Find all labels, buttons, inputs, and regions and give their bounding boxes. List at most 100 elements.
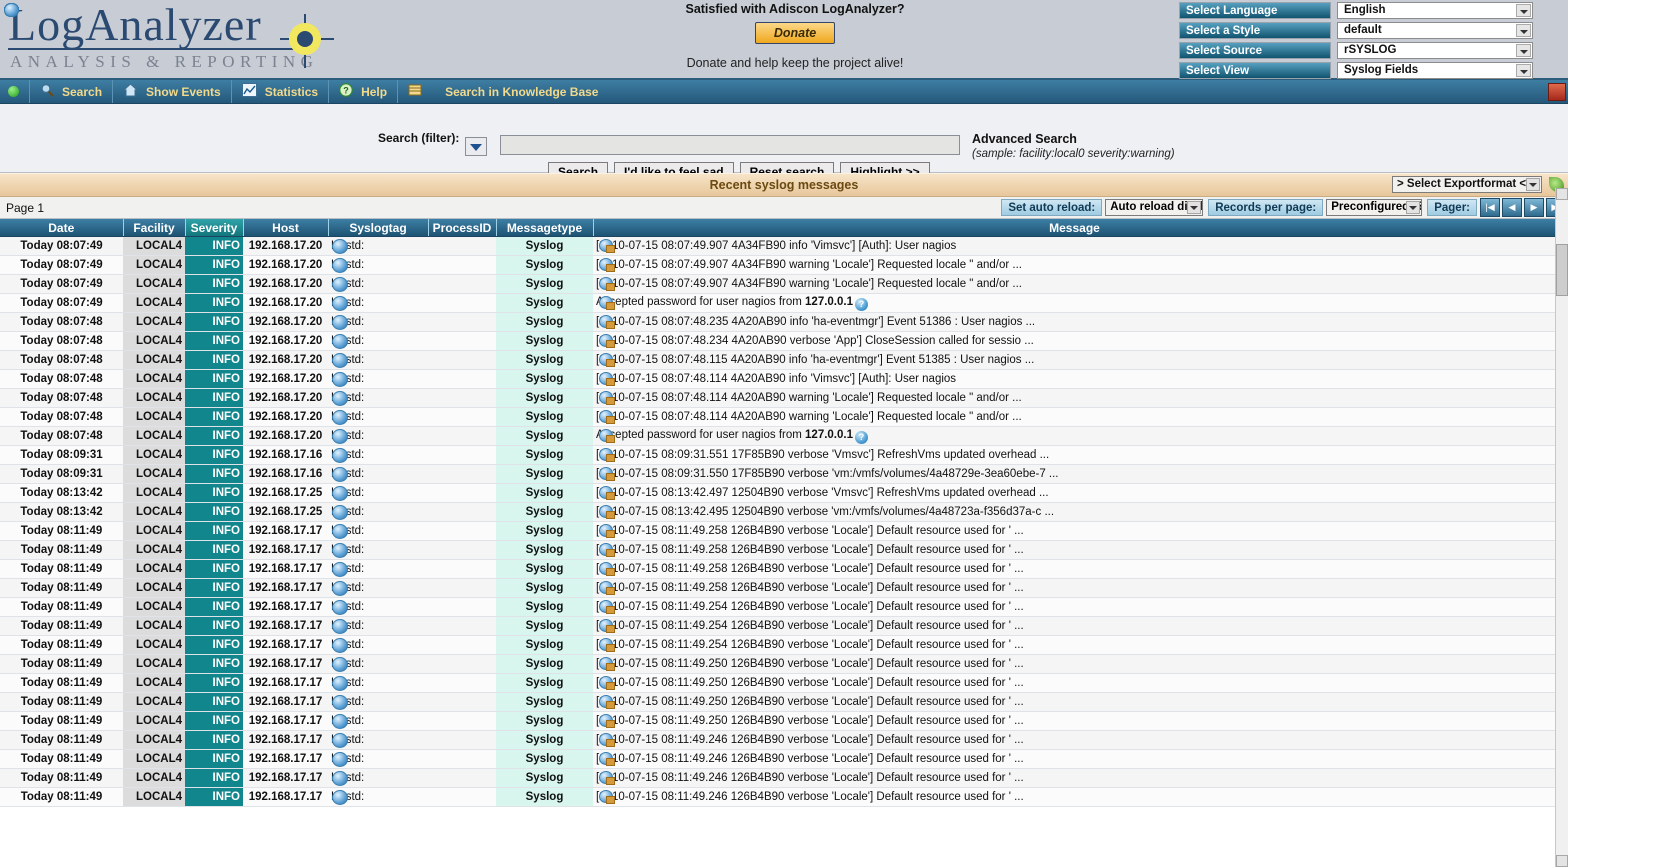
cell-messagetype: Syslog [496,426,593,446]
cell-syslogtag: Hostd: [328,426,428,446]
cell-facility: LOCAL4 [4,3,185,522]
pager-prev-button[interactable]: ◀ [1502,198,1522,217]
menu-item-knowledge-base[interactable]: Search in Knowledge Base [398,80,608,103]
export-format-dropdown[interactable]: > Select Exportformat < [1392,176,1542,193]
table-row[interactable]: Today 08:07:48LOCAL4INFO192.168.17.20Hos… [0,3,1556,389]
table-row[interactable]: Today 08:11:49LOCAL4INFO192.168.17.17Hos… [0,3,1556,674]
cell-processid [428,483,496,503]
select-view-dropdown[interactable]: Syslog Fields [1337,62,1533,79]
menu-item-show-events[interactable]: Show Events [113,80,231,103]
cell-message: [2010-07-15 08:07:48.114 4A20AB90 warnin… [593,407,1556,427]
scroll-down-icon[interactable] [1556,855,1568,867]
donate-button[interactable]: Donate [754,22,836,44]
table-row[interactable]: Today 08:11:49LOCAL4INFO192.168.17.17Hos… [0,3,1556,731]
pager-first-button[interactable]: |◀ [1480,198,1500,217]
table-row[interactable]: Today 08:11:49LOCAL4INFO192.168.17.17Hos… [0,3,1556,541]
pager-next-button[interactable]: ▶ [1524,198,1544,217]
chevron-down-icon [1516,64,1531,77]
menu-item-statistics[interactable]: Statistics [232,80,328,103]
column-header-host[interactable]: Host [243,219,329,237]
table-row[interactable]: Today 08:09:31LOCAL4INFO192.168.17.16Hos… [0,3,1556,465]
cell-severity: INFO [4,3,243,788]
cell-processid [428,464,496,484]
cell-messagetype: Syslog [496,502,593,522]
table-row[interactable]: Today 08:07:49LOCAL4INFO192.168.17.20Hos… [0,3,1556,275]
cell-severity: INFO [4,3,243,294]
table-row[interactable]: Today 08:11:49LOCAL4INFO192.168.17.17Hos… [0,3,1556,750]
table-row[interactable]: Today 08:11:49LOCAL4INFO192.168.17.17Hos… [0,3,1556,807]
scroll-up-icon[interactable] [1556,188,1568,200]
column-header-messagetype[interactable]: Messagetype [496,219,594,237]
table-row[interactable]: Today 08:13:42LOCAL4INFO192.168.17.25Hos… [0,3,1556,522]
menu-item-help[interactable]: ? Help [329,80,397,103]
globe-icon [332,714,348,729]
scrollbar-thumb[interactable] [1556,244,1568,296]
search-history-dropdown-button[interactable] [465,137,487,156]
select-language-dropdown[interactable]: English [1337,2,1533,19]
table-row[interactable]: Today 08:07:48LOCAL4INFO192.168.17.20Hos… [0,3,1556,351]
table-row[interactable]: Today 08:07:48LOCAL4INFO192.168.17.20Hos… [0,3,1556,408]
column-header-processid[interactable]: ProcessID [428,219,497,237]
cell-processid [428,331,496,351]
crosshair-icon [280,14,334,68]
table-row[interactable]: Today 08:11:49LOCAL4INFO192.168.17.17Hos… [0,3,1556,769]
column-header-date[interactable]: Date [0,219,124,237]
cell-severity: INFO [4,3,243,313]
cell-message: [2010-07-15 08:13:42.495 12504B90 verbos… [593,502,1556,522]
table-row[interactable]: Today 08:13:42LOCAL4INFO192.168.17.25Hos… [0,3,1556,503]
table-row[interactable]: Today 08:11:49LOCAL4INFO192.168.17.17Hos… [0,3,1556,693]
message-bubble-icon [599,619,615,633]
select-style-dropdown[interactable]: default [1337,22,1533,39]
table-row[interactable]: Today 08:07:49LOCAL4INFO192.168.17.20Hos… [0,3,1556,313]
cell-syslogtag: Hostd: [328,388,428,408]
cell-messagetype: Syslog [496,407,593,427]
column-header-syslogtag[interactable]: Syslogtag [328,219,429,237]
select-source-dropdown[interactable]: rSYSLOG [1337,42,1533,59]
menu-item-search[interactable]: Search [30,80,112,103]
message-bubble-icon [599,752,615,766]
table-row[interactable]: Today 08:11:49LOCAL4INFO192.168.17.17Hos… [0,3,1556,598]
cell-facility-text: LOCAL4 [136,430,182,442]
cell-message: [2010-07-15 08:11:49.246 126B4B90 verbos… [593,749,1556,769]
cell-facility-text: LOCAL4 [136,658,182,670]
message-bubble-icon [599,657,615,671]
table-row[interactable]: Today 08:07:48LOCAL4INFO192.168.17.20Hos… [0,3,1556,370]
cell-message: [2010-07-15 08:11:49.246 126B4B90 verbos… [593,787,1556,807]
column-header-severity[interactable]: Severity [185,219,244,237]
table-row[interactable]: Today 08:11:49LOCAL4INFO192.168.17.17Hos… [0,3,1556,636]
cell-severity: INFO [4,3,243,560]
cell-host: 192.168.17.20 [243,255,328,275]
table-row[interactable]: Today 08:07:49LOCAL4INFO192.168.17.20Hos… [0,3,1556,294]
message-text: [2010-07-15 08:07:48.114 4A20AB90 info '… [596,373,957,385]
table-row[interactable]: Today 08:11:49LOCAL4INFO192.168.17.17Hos… [0,3,1556,579]
table-row[interactable]: Today 08:11:49LOCAL4INFO192.168.17.17Hos… [0,3,1556,655]
help-bubble-icon[interactable]: ? [855,430,868,444]
table-row[interactable]: Today 08:11:49LOCAL4INFO192.168.17.17Hos… [0,3,1556,788]
cell-processid [428,255,496,275]
cell-syslogtag: Hostd: [328,445,428,465]
cell-message: Accepted password for user nagios from 1… [593,293,1556,313]
cell-date: Today 08:11:49 [0,578,123,598]
cell-severity-text: INFO [212,734,240,746]
search-input[interactable] [500,135,960,155]
cell-processid [428,711,496,731]
vertical-scrollbar[interactable] [1555,188,1568,867]
cell-date: Today 08:09:31 [0,445,123,465]
column-header-facility[interactable]: Facility [123,219,186,237]
cell-message: [2010-07-15 08:11:49.250 126B4B90 verbos… [593,654,1556,674]
table-row[interactable]: Today 08:07:48LOCAL4INFO192.168.17.20Hos… [0,3,1556,332]
message-text: [2010-07-15 08:13:42.497 12504B90 verbos… [596,487,1049,499]
table-row[interactable]: Today 08:07:49LOCAL4INFO192.168.17.20Hos… [0,3,1556,256]
records-per-page-dropdown[interactable]: Preconfigured (50) [1326,199,1423,216]
table-row[interactable]: Today 08:11:49LOCAL4INFO192.168.17.17Hos… [0,3,1556,560]
help-bubble-icon[interactable]: ? [855,297,868,311]
table-row[interactable]: Today 08:07:48LOCAL4INFO192.168.17.20Hos… [0,3,1556,427]
column-header-message[interactable]: Message [593,219,1557,237]
table-row[interactable]: Today 08:09:31LOCAL4INFO192.168.17.16Hos… [0,3,1556,484]
close-icon[interactable] [1548,83,1566,101]
table-row[interactable]: Today 08:11:49LOCAL4INFO192.168.17.17Hos… [0,3,1556,712]
select-view-value: Syslog Fields [1344,64,1419,76]
table-row[interactable]: Today 08:11:49LOCAL4INFO192.168.17.17Hos… [0,3,1556,617]
table-row[interactable]: Today 08:07:48LOCAL4INFO192.168.17.20Hos… [0,3,1556,446]
auto-reload-dropdown[interactable]: Auto reload disabled [1105,199,1204,216]
